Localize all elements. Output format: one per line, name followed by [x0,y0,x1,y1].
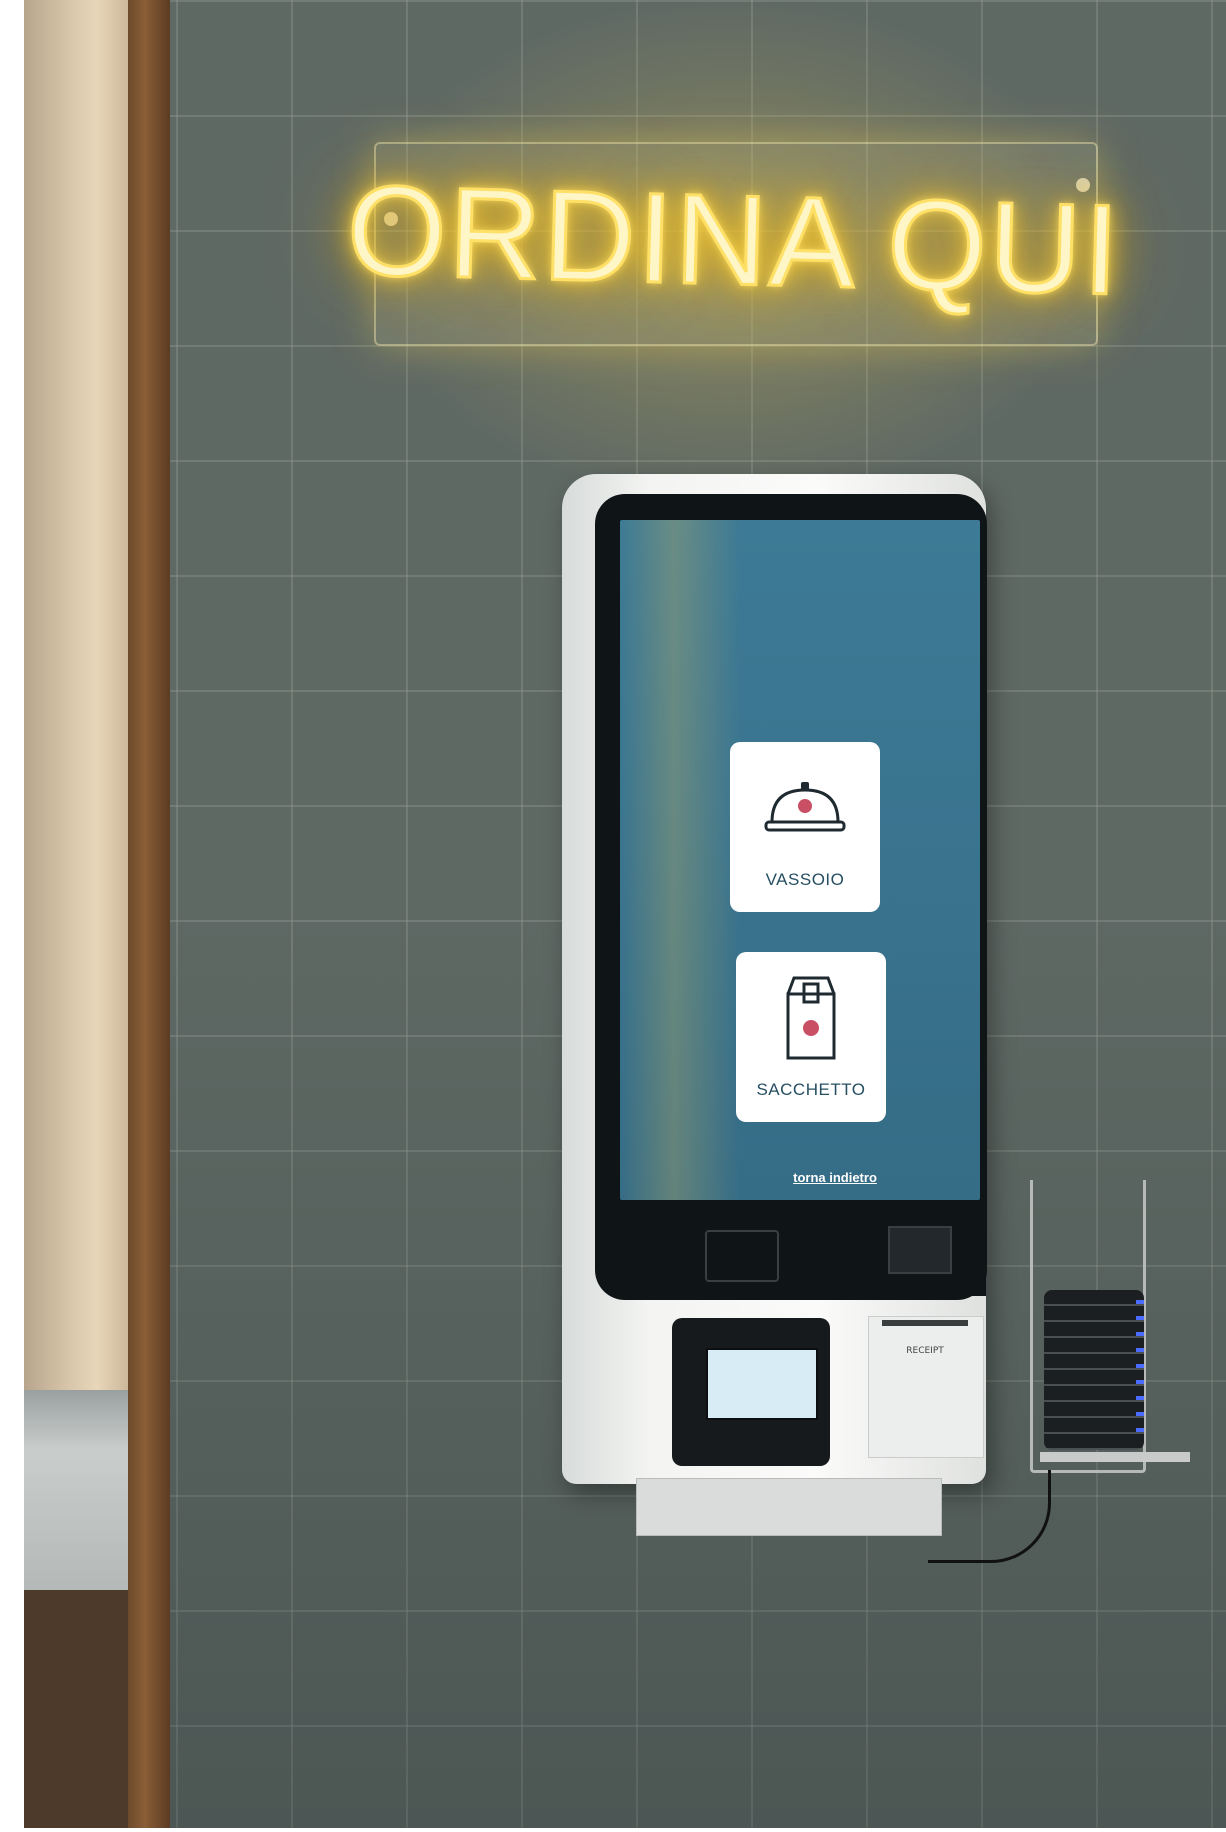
metal-counter [24,1390,128,1590]
neon-sign: ORDINA QUI [344,157,1124,323]
wooden-panel [24,0,128,1400]
image-margin [0,1828,1226,1832]
receipt-printer [868,1316,984,1458]
image-margin [0,0,24,1832]
kiosk-tray [636,1478,942,1536]
back-link[interactable]: torna indietro [770,1170,900,1185]
receipt-printer-label: RECEIPT [906,1346,944,1356]
photo-scene: ORDINA QUI VASSOIO SACCHETTO torna indie… [0,0,1226,1832]
wooden-edge [128,0,170,1832]
sacchetto-option-button[interactable]: SACCHETTO [736,952,886,1122]
pager-stack [1044,1290,1144,1450]
sacchetto-label: SACCHETTO [756,1080,866,1099]
pager-shelf [1040,1452,1190,1462]
screen-glare [620,520,740,1200]
pager-led-icon [1136,1300,1144,1440]
bag-icon [736,970,886,1060]
cloche-icon [730,772,880,862]
receipt-slot [882,1320,968,1326]
kiosk-screen: VASSOIO SACCHETTO torna indietro [620,520,980,1200]
counter-base [24,1590,128,1832]
vassoio-option-button[interactable]: VASSOIO [730,742,880,912]
barcode-scanner [888,1226,952,1274]
vassoio-label: VASSOIO [765,870,845,889]
payment-terminal-screen [706,1348,818,1420]
nfc-reader-icon[interactable] [705,1230,779,1282]
